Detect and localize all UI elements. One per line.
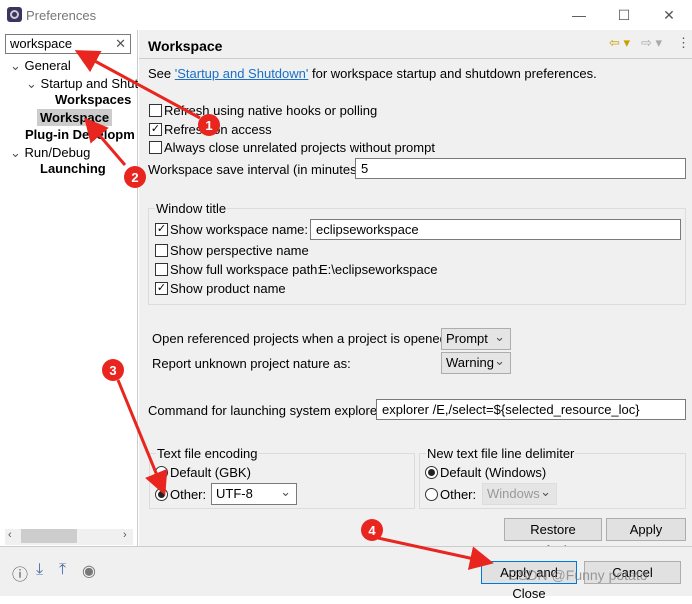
- delimiter-select[interactable]: Windows: [482, 483, 557, 505]
- tree-item-startup[interactable]: ⌄ Startup and Shut: [26, 76, 138, 92]
- delimiter-other-label: Other:: [440, 487, 477, 502]
- show-product-checkbox[interactable]: ✓: [155, 282, 168, 295]
- clear-icon[interactable]: ✕: [115, 36, 126, 52]
- eclipse-logo-icon: [7, 7, 22, 22]
- forward-icon[interactable]: ⇨ ▾: [641, 35, 662, 51]
- delimiter-default-label: Default (Windows): [440, 465, 547, 480]
- window-title: Preferences: [26, 8, 97, 23]
- page-title: Workspace: [148, 38, 223, 54]
- scroll-right-icon[interactable]: ›: [123, 529, 127, 541]
- tree-item-workspace[interactable]: Workspace: [37, 109, 113, 126]
- import-icon[interactable]: ⤓: [36, 561, 43, 579]
- show-path-checkbox[interactable]: [155, 263, 168, 276]
- open-ref-select[interactable]: Prompt: [441, 328, 511, 350]
- delimiter-default-radio[interactable]: [425, 466, 438, 479]
- page-header: Workspace ⇦ ▾ ⇨ ▾ ⋮: [139, 30, 692, 59]
- unknown-nature-label: Report unknown project nature as:: [152, 356, 351, 371]
- encoding-other-radio[interactable]: [155, 488, 168, 501]
- ws-name-input[interactable]: eclipseworkspace: [310, 219, 681, 240]
- save-interval-label: Workspace save interval (in minutes):: [148, 162, 365, 177]
- explorer-input[interactable]: explorer /E,/select=${selected_resource_…: [376, 399, 686, 420]
- native-hooks-checkbox[interactable]: [149, 104, 162, 117]
- tree-item-general[interactable]: ⌄ General: [10, 58, 71, 74]
- export-icon[interactable]: ⤒: [59, 561, 66, 579]
- maximize-button[interactable]: ☐: [609, 4, 639, 26]
- unknown-nature-select[interactable]: Warning: [441, 352, 511, 374]
- view-menu-icon[interactable]: ⋮: [677, 35, 690, 51]
- refresh-access-label: Refresh on access: [164, 122, 272, 137]
- close-button[interactable]: ✕: [654, 4, 684, 26]
- horizontal-scrollbar[interactable]: ‹ ›: [5, 529, 133, 545]
- chevron-down-icon[interactable]: ⌄: [26, 76, 37, 91]
- show-perspective-label: Show perspective name: [170, 243, 309, 258]
- close-unrelated-label: Always close unrelated projects without …: [164, 140, 435, 155]
- startup-shutdown-link[interactable]: 'Startup and Shutdown': [175, 66, 309, 81]
- title-bar: Preferences — ☐ ✕: [0, 0, 692, 30]
- native-hooks-label: Refresh using native hooks or polling: [164, 103, 378, 118]
- open-ref-label: Open referenced projects when a project …: [152, 331, 451, 346]
- show-ws-name-label: Show workspace name:: [170, 222, 309, 237]
- show-ws-name-checkbox[interactable]: ✓: [155, 223, 168, 236]
- minimize-button[interactable]: —: [564, 4, 594, 26]
- show-perspective-checkbox[interactable]: [155, 244, 168, 257]
- tree-item-plugin-development[interactable]: Plug-in Developme: [25, 127, 135, 142]
- chevron-down-icon[interactable]: ⌄: [10, 58, 21, 73]
- scroll-left-icon[interactable]: ‹: [8, 529, 12, 541]
- apply-button[interactable]: Apply: [606, 518, 686, 541]
- dialog-footer: ⓘ ⤓ ⤒ ◉ Apply and Close Cancel CSDN @Fun…: [0, 546, 692, 601]
- scrollbar-thumb[interactable]: [21, 529, 77, 543]
- encoding-other-label: Other:: [170, 487, 207, 502]
- tree-item-launching[interactable]: Launching: [40, 161, 106, 176]
- show-path-label: Show full workspace path:: [170, 262, 322, 277]
- see-startup-text: See 'Startup and Shutdown' for workspace…: [148, 66, 597, 81]
- delimiter-legend: New text file line delimiter: [426, 446, 576, 461]
- record-icon[interactable]: ◉: [82, 561, 96, 581]
- tree-item-run-debug[interactable]: ⌄ Run/Debug: [10, 145, 90, 161]
- chevron-down-icon[interactable]: ⌄: [10, 145, 21, 160]
- delimiter-other-radio[interactable]: [425, 488, 438, 501]
- filter-input[interactable]: workspace ✕: [5, 34, 131, 54]
- encoding-legend: Text file encoding: [156, 446, 259, 461]
- encoding-default-radio[interactable]: [155, 466, 168, 479]
- encoding-default-label: Default (GBK): [170, 465, 251, 480]
- filter-value: workspace: [10, 36, 73, 51]
- path-value: E:\eclipseworkspace: [319, 262, 438, 277]
- window-title-legend: Window title: [155, 201, 228, 216]
- save-interval-input[interactable]: 5: [355, 158, 686, 179]
- explorer-label: Command for launching system explorer:: [148, 403, 385, 418]
- help-icon[interactable]: ⓘ: [12, 561, 28, 585]
- show-product-label: Show product name: [170, 281, 286, 296]
- tree-item-workspaces[interactable]: Workspaces: [55, 92, 131, 107]
- close-unrelated-checkbox[interactable]: [149, 141, 162, 154]
- refresh-access-checkbox[interactable]: ✓: [149, 123, 162, 136]
- preference-tree-panel: [0, 30, 138, 546]
- watermark: CSDN @Funny potato: [508, 567, 648, 583]
- encoding-select[interactable]: UTF-8: [211, 483, 297, 505]
- restore-defaults-button[interactable]: Restore Defaults: [504, 518, 602, 558]
- back-icon[interactable]: ⇦ ▾: [609, 35, 630, 51]
